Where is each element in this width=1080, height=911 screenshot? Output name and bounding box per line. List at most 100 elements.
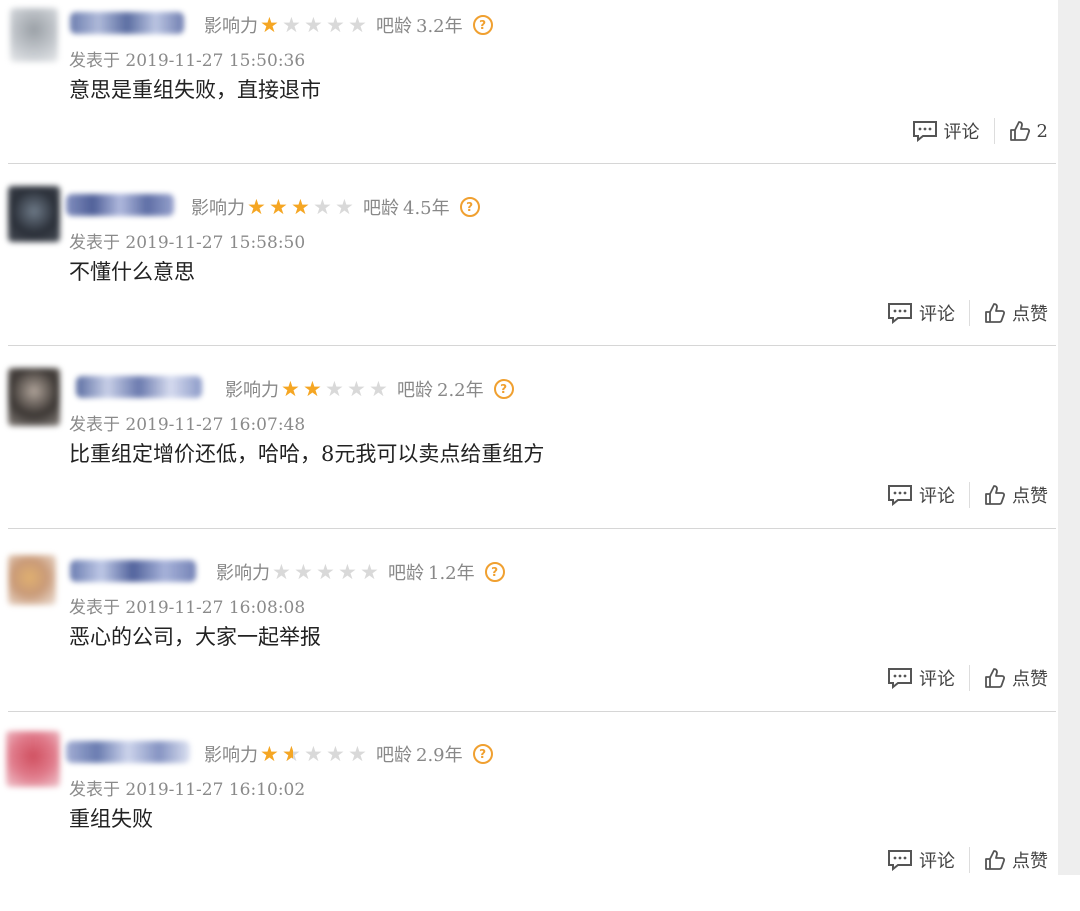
comment-button-label: 评论	[919, 851, 955, 872]
username-blurred[interactable]	[70, 560, 196, 582]
thumbs-up-icon	[985, 668, 1006, 688]
like-button[interactable]: 点赞	[984, 482, 1048, 508]
like-button[interactable]: 点赞	[984, 300, 1048, 326]
thumbs-up-icon	[985, 850, 1006, 870]
star-icon: ★	[347, 377, 366, 401]
page-right-gutter	[1058, 0, 1080, 875]
influence-stars: ★ ★ ★ ★ ★	[247, 196, 357, 218]
username-blurred[interactable]	[70, 12, 184, 34]
post-time: 发表于 2019-11-27 15:58:50	[69, 233, 306, 253]
comment-divider	[8, 163, 1056, 164]
influence-label: 影响力	[225, 380, 279, 401]
star-icon: ★	[304, 13, 323, 37]
comment-bubble-icon	[888, 303, 912, 324]
like-button-label: 2	[1036, 120, 1048, 142]
avatar[interactable]	[8, 368, 60, 426]
comment-bubble-icon	[912, 121, 937, 142]
comment-button[interactable]: 评论	[887, 482, 955, 508]
star-icon: ★	[282, 13, 301, 37]
question-circle-icon[interactable]: ?	[493, 379, 514, 399]
like-button-label: 点赞	[1012, 304, 1048, 325]
like-button-label: 点赞	[1012, 851, 1048, 872]
action-separator	[969, 300, 970, 326]
star-icon: ★	[369, 377, 388, 401]
avatar[interactable]	[8, 555, 56, 605]
age-value: 3.2年	[416, 16, 463, 37]
comment-actions: 评论 点赞	[887, 482, 1048, 508]
action-separator	[969, 482, 970, 508]
comment-button-label: 评论	[943, 122, 980, 143]
comment-item: 影响力 ★ ★ ★ ★ ★ 吧龄 4.5年 ? 发表于 2019-11-27 15:58…	[0, 182, 1058, 364]
age-label: 吧龄	[388, 563, 424, 584]
star-icon: ★	[260, 13, 279, 37]
comment-bubble-icon	[888, 850, 912, 871]
star-icon: ★	[338, 560, 357, 584]
username-blurred[interactable]	[76, 376, 202, 398]
star-icon: ★	[303, 377, 322, 401]
star-icon: ★	[313, 195, 332, 219]
star-icon: ★	[294, 560, 313, 584]
star-icon: ★	[247, 195, 266, 219]
age-value: 2.2年	[437, 380, 484, 401]
comment-text: 比重组定增价还低，哈哈，8元我可以卖点给重组方	[69, 442, 545, 466]
post-time: 发表于 2019-11-27 15:50:36	[69, 51, 306, 71]
influence-stars: ★ ★ ★ ★ ★	[260, 14, 370, 36]
comment-button[interactable]: 评论	[912, 118, 980, 144]
like-button[interactable]: 点赞	[984, 847, 1048, 873]
post-time: 发表于 2019-11-27 16:10:02	[69, 780, 306, 800]
comment-bubble-icon	[888, 485, 912, 506]
comment-button[interactable]: 评论	[887, 300, 955, 326]
age-label: 吧龄	[376, 745, 412, 766]
star-icon: ★	[272, 560, 291, 584]
avatar[interactable]	[10, 8, 58, 62]
star-icon: ★	[348, 13, 367, 37]
user-meta: 影响力 ★ ★ ★ ★ ★ 吧龄 4.5年 ?	[191, 194, 480, 220]
age-value: 1.2年	[428, 563, 475, 584]
user-meta: 影响力 ★ ★ ★ ★ ★ 吧龄 2.2年 ?	[225, 376, 514, 402]
comment-text: 恶心的公司，大家一起举报	[69, 625, 321, 649]
question-circle-icon[interactable]: ?	[459, 197, 480, 217]
username-blurred[interactable]	[66, 741, 190, 763]
comment-button[interactable]: 评论	[887, 847, 955, 873]
question-circle-icon[interactable]: ?	[472, 744, 493, 764]
comment-bubble-icon	[888, 668, 912, 689]
comment-button-label: 评论	[919, 486, 955, 507]
influence-label: 影响力	[204, 745, 258, 766]
comment-text: 意思是重组失败，直接退市	[69, 78, 321, 102]
influence-label: 影响力	[204, 16, 258, 37]
thumbs-up-icon	[1009, 121, 1030, 141]
comment-button[interactable]: 评论	[887, 665, 955, 691]
avatar[interactable]	[6, 731, 60, 787]
thumbs-up-icon	[985, 485, 1006, 505]
comment-actions: 评论 2	[912, 118, 1048, 144]
age-value: 4.5年	[403, 198, 450, 219]
avatar[interactable]	[8, 186, 60, 242]
star-icon: ★	[348, 742, 367, 766]
like-button[interactable]: 2	[1009, 120, 1048, 142]
age-label: 吧龄	[363, 198, 399, 219]
user-meta: 影响力 ★★★★★ 吧龄 2.9年 ?	[204, 741, 493, 767]
question-circle-icon[interactable]: ?	[484, 562, 505, 582]
comment-divider	[8, 711, 1056, 712]
like-button[interactable]: 点赞	[984, 665, 1048, 691]
username-blurred[interactable]	[66, 194, 174, 216]
comment-item: 影响力 ★ ★ ★ ★ ★ 吧龄 2.2年 ? 发表于 2019-11-27 16:07…	[0, 364, 1058, 546]
like-button-label: 点赞	[1012, 486, 1048, 507]
comment-button-label: 评论	[919, 304, 955, 325]
comment-item: 影响力 ★★★★★ 吧龄 2.9年 ? 发表于 2019-11-27 16:10…	[0, 729, 1058, 911]
question-circle-icon[interactable]: ?	[472, 15, 493, 35]
like-button-label: 点赞	[1012, 669, 1048, 690]
age-label: 吧龄	[397, 380, 433, 401]
star-icon: ★	[360, 560, 379, 584]
star-icon: ★	[326, 13, 345, 37]
age-label: 吧龄	[376, 16, 412, 37]
influence-stars: ★ ★ ★ ★ ★	[272, 561, 382, 583]
star-icon: ★	[335, 195, 354, 219]
star-icon: ★	[304, 742, 323, 766]
comment-item: 影响力 ★ ★ ★ ★ ★ 吧龄 3.2年 ? 发表于 2019-11-27 15:50…	[0, 0, 1058, 182]
star-icon: ★	[326, 742, 345, 766]
post-time: 发表于 2019-11-27 16:07:48	[69, 415, 306, 435]
comment-actions: 评论 点赞	[887, 847, 1048, 873]
action-separator	[969, 665, 970, 691]
comment-actions: 评论 点赞	[887, 665, 1048, 691]
